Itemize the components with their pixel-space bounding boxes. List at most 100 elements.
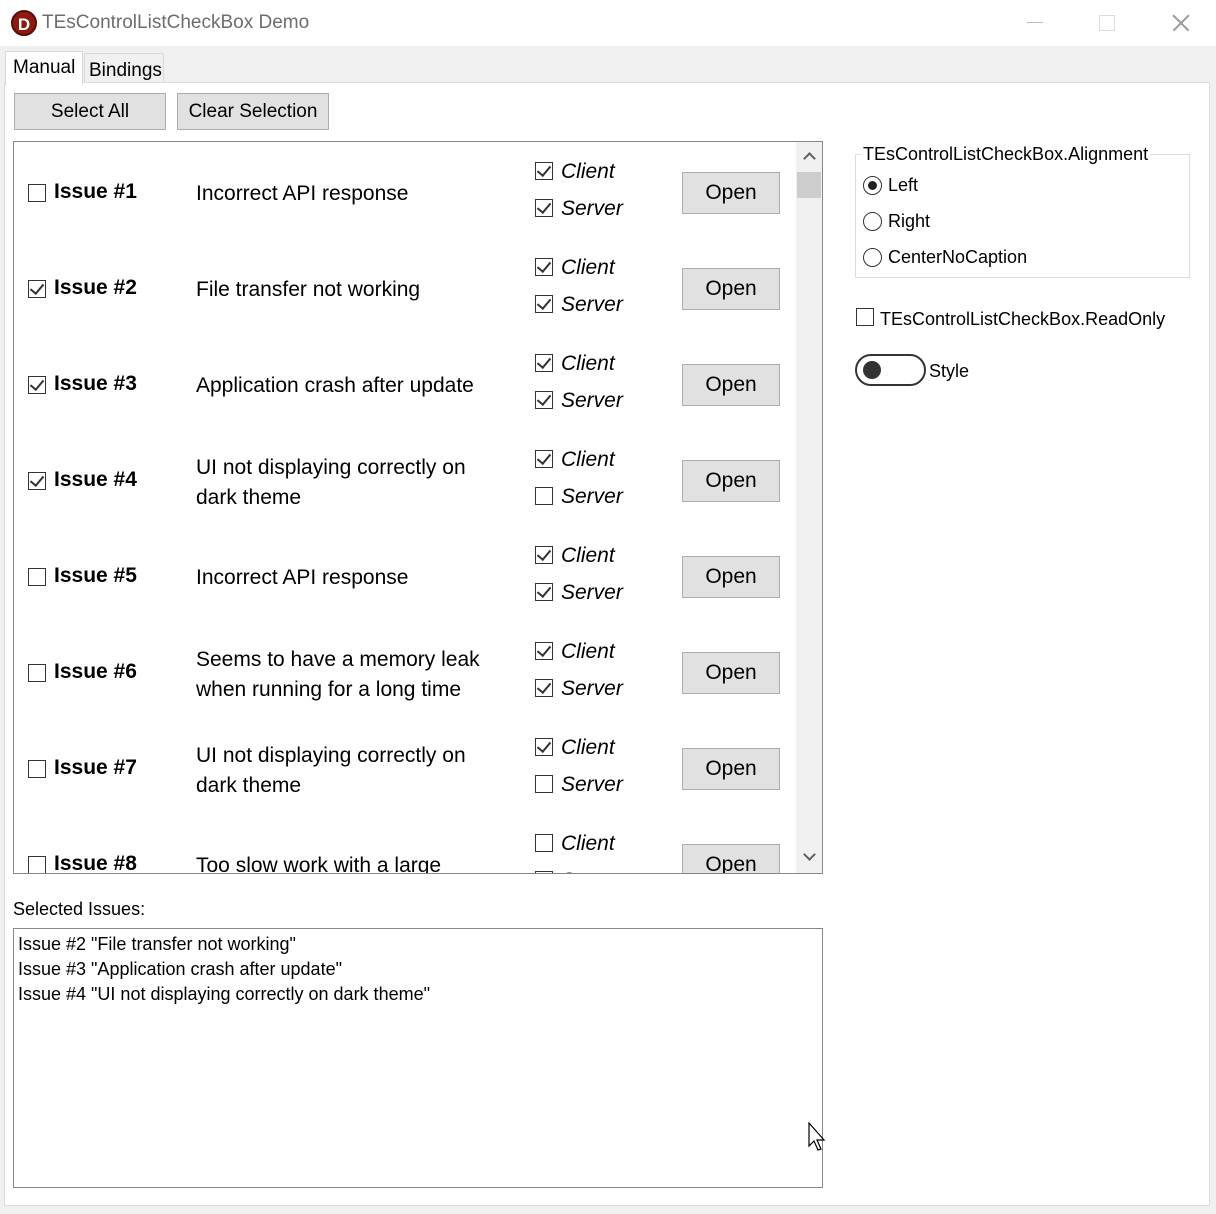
issue-checkbox[interactable]: [28, 472, 46, 490]
issue-description: Incorrect API response: [196, 182, 409, 205]
issue-title: Issue #8: [54, 852, 137, 874]
server-checkbox[interactable]: [535, 391, 553, 409]
list-item[interactable]: Issue #3 Application crash after update Cl…: [14, 336, 796, 432]
issue-description: UI not displaying correctly on dark them…: [196, 744, 466, 797]
issue-description: Seems to have a memory leak when running…: [196, 648, 480, 701]
tab-bindings[interactable]: Bindings: [84, 53, 164, 82]
issue-description: Incorrect API response: [196, 566, 409, 589]
server-label: Server: [561, 773, 623, 796]
list-item[interactable]: Issue #7 UI not displaying correctly on d…: [14, 720, 796, 816]
issue-title: Issue #3: [54, 372, 137, 395]
server-checkbox[interactable]: [535, 487, 553, 505]
maximize-button[interactable]: [1071, 0, 1141, 46]
toggle-knob[interactable]: [863, 361, 881, 379]
server-label: Server: [561, 197, 623, 220]
close-button[interactable]: [1144, 0, 1214, 46]
list-item[interactable]: Issue #4 UI not displaying correctly on d…: [14, 432, 796, 528]
selected-issues-label: Selected Issues:: [13, 899, 146, 919]
client-label: Client: [561, 832, 615, 855]
client-label: Client: [561, 160, 615, 183]
issue-title: Issue #7: [54, 756, 137, 779]
issue-description: UI not displaying correctly on dark them…: [196, 456, 466, 509]
server-label: Server: [561, 677, 623, 700]
server-checkbox[interactable]: [535, 775, 553, 793]
list-item[interactable]: Issue #1 Incorrect API response Client Serv…: [14, 144, 796, 240]
issue-title: Issue #1: [54, 180, 137, 203]
client-checkbox[interactable]: [535, 546, 553, 564]
issue-checkbox[interactable]: [28, 184, 46, 202]
clear-selection-button[interactable]: Clear Selection: [177, 93, 329, 130]
server-checkbox[interactable]: [535, 199, 553, 217]
issue-checkbox-list[interactable]: Issue #1 Incorrect API response Client Serv…: [13, 141, 823, 874]
selected-issues-memo[interactable]: Issue #2 "File transfer not working" Iss…: [13, 928, 823, 1188]
server-checkbox[interactable]: [535, 295, 553, 313]
open-button[interactable]: Open: [682, 364, 780, 406]
client-checkbox[interactable]: [535, 258, 553, 276]
issue-title: Issue #2: [54, 276, 137, 299]
select-all-button[interactable]: Select All: [14, 93, 166, 130]
title-bar: D TEsControlListCheckBox Demo: [0, 0, 1216, 46]
style-toggle[interactable]: [855, 354, 926, 386]
server-checkbox[interactable]: [535, 679, 553, 697]
open-button[interactable]: Open: [682, 844, 780, 873]
server-checkbox[interactable]: [535, 871, 553, 873]
tab-manual[interactable]: Manual: [5, 51, 83, 85]
open-button[interactable]: Open: [682, 748, 780, 790]
memo-line: Issue #2 "File transfer not working": [18, 934, 296, 954]
client-label: Client: [561, 256, 615, 279]
radio-right-button[interactable]: [863, 212, 882, 231]
server-label: Server: [561, 389, 623, 412]
issue-checkbox[interactable]: [28, 280, 46, 298]
client-checkbox[interactable]: [535, 738, 553, 756]
scroll-thumb[interactable]: [797, 172, 821, 198]
server-label: Server: [561, 485, 623, 508]
server-label: Server: [561, 581, 623, 604]
issue-checkbox[interactable]: [28, 376, 46, 394]
readonly-checkbox[interactable]: [856, 308, 874, 326]
client-label: Client: [561, 640, 615, 663]
client-checkbox[interactable]: [535, 450, 553, 468]
client-checkbox[interactable]: [535, 834, 553, 852]
list-item[interactable]: Issue #6 Seems to have a memory leak when…: [14, 624, 796, 720]
minimize-button[interactable]: [1000, 0, 1070, 46]
app-logo-icon: D: [11, 10, 37, 36]
issue-description: File transfer not working: [196, 278, 421, 301]
radio-centernocaption-label: CenterNoCaption: [888, 247, 1028, 267]
scroll-up-icon[interactable]: [803, 152, 816, 165]
open-button[interactable]: Open: [682, 556, 780, 598]
alignment-group-title: TEsControlListCheckBox.Alignment: [861, 144, 1151, 165]
issue-checkbox[interactable]: [28, 664, 46, 682]
client-label: Client: [561, 448, 615, 471]
open-button[interactable]: Open: [682, 652, 780, 694]
issue-description: Too slow work with a large: [196, 854, 442, 874]
client-label: Client: [561, 352, 615, 375]
radio-centernocaption-button[interactable]: [863, 248, 882, 267]
issue-checkbox[interactable]: [28, 760, 46, 778]
window-title: TEsControlListCheckBox Demo: [42, 12, 310, 33]
issue-title: Issue #6: [54, 660, 137, 683]
vertical-scrollbar[interactable]: [796, 142, 822, 873]
client-checkbox[interactable]: [535, 642, 553, 660]
readonly-label: TEsControlListCheckBox.ReadOnly: [880, 309, 1166, 329]
scroll-down-icon[interactable]: [803, 848, 816, 861]
radio-left-button[interactable]: [863, 176, 882, 195]
client-checkbox[interactable]: [535, 354, 553, 372]
list-item[interactable]: Issue #5 Incorrect API response Client Serv…: [14, 528, 796, 624]
memo-line: Issue #4 "UI not displaying correctly on…: [18, 984, 430, 1004]
issue-title: Issue #5: [54, 564, 137, 587]
issue-checkbox[interactable]: [28, 568, 46, 586]
open-button[interactable]: Open: [682, 268, 780, 310]
server-checkbox[interactable]: [535, 583, 553, 601]
client-label: Client: [561, 544, 615, 567]
issue-checkbox[interactable]: [28, 856, 46, 873]
client-checkbox[interactable]: [535, 162, 553, 180]
radio-right-label: Right: [888, 211, 931, 231]
open-button[interactable]: Open: [682, 172, 780, 214]
memo-line: Issue #3 "Application crash after update…: [18, 959, 342, 979]
open-button[interactable]: Open: [682, 460, 780, 502]
server-label: Server: [561, 869, 623, 873]
mouse-cursor-icon: [808, 1122, 826, 1151]
list-item[interactable]: Issue #2 File transfer not working Client S…: [14, 240, 796, 336]
list-item[interactable]: Issue #8 Too slow work with a large Client…: [14, 816, 796, 874]
issue-title: Issue #4: [54, 468, 137, 491]
